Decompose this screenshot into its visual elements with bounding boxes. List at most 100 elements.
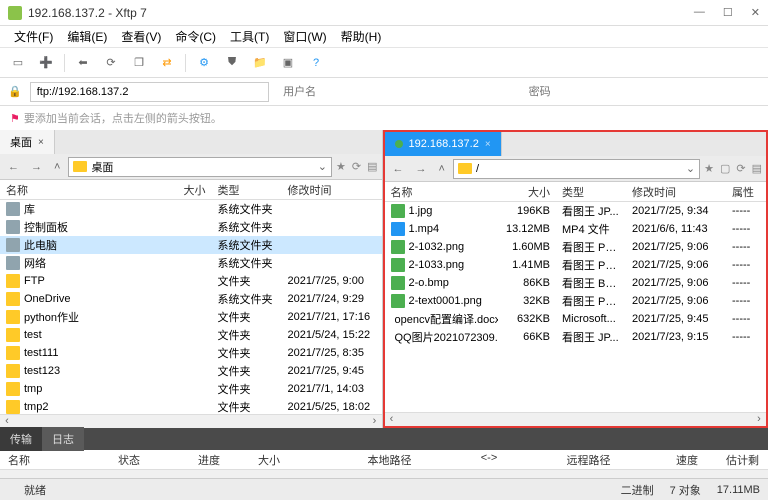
file-row[interactable]: 控制面板系统文件夹 xyxy=(0,218,382,236)
transfer-tabs: 传输 日志 xyxy=(0,428,768,450)
flag-icon: ⚑ xyxy=(10,112,20,125)
file-row[interactable]: 2-1033.png1.41MB看图王 PN...2021/7/25, 9:06… xyxy=(385,256,767,274)
connect-icon[interactable]: ➕ xyxy=(36,53,56,73)
status-bar: 就绪 二进制 7 对象 17.11MB xyxy=(0,478,768,500)
list-icon[interactable]: ▤ xyxy=(752,162,762,175)
close-icon[interactable]: × xyxy=(38,137,44,148)
file-icon xyxy=(6,256,20,270)
file-row[interactable]: OneDrive系统文件夹2021/7/24, 9:29 xyxy=(0,290,382,308)
file-row[interactable]: 此电脑系统文件夹 xyxy=(0,236,382,254)
file-icon xyxy=(391,258,405,272)
file-row[interactable]: 2-1032.png1.60MB看图王 PN...2021/7/25, 9:06… xyxy=(385,238,767,256)
close-button[interactable]: ✕ xyxy=(751,6,760,19)
menubar: 文件(F) 编辑(E) 查看(V) 命令(C) 工具(T) 窗口(W) 帮助(H… xyxy=(0,26,768,48)
status-objects: 7 对象 xyxy=(670,482,701,498)
file-icon xyxy=(391,222,405,236)
help-icon[interactable]: ? xyxy=(306,53,326,73)
file-row[interactable]: 1.mp413.12MBMP4 文件2021/6/6, 11:43----- xyxy=(385,220,767,238)
status-size: 17.11MB xyxy=(717,484,760,496)
file-row[interactable]: test111文件夹2021/7/25, 8:35 xyxy=(0,344,382,362)
local-header: 名称 大小 类型 修改时间 xyxy=(0,180,382,200)
password-input[interactable] xyxy=(523,82,760,102)
file-icon xyxy=(391,240,405,254)
toolbar: ▭ ➕ ⬅ ⟳ ❐ ⇄ ⚙ ⛊ 📁 ▣ ? xyxy=(0,48,768,78)
refresh-icon[interactable]: ⟳ xyxy=(101,53,121,73)
file-row[interactable]: 网络系统文件夹 xyxy=(0,254,382,272)
nav-fwd-icon[interactable]: → xyxy=(412,161,431,177)
new-session-icon[interactable]: ▭ xyxy=(8,53,28,73)
remote-header: 名称 大小 类型 修改时间 属性 xyxy=(385,182,767,202)
remote-file-list[interactable]: 1.jpg196KB看图王 JP...2021/7/25, 9:34-----1… xyxy=(385,202,767,412)
lock-icon: 🔒 xyxy=(8,85,22,98)
folder-icon xyxy=(73,161,87,172)
local-tab[interactable]: 桌面× xyxy=(0,130,55,154)
folder-icon[interactable]: 📁 xyxy=(250,53,270,73)
file-icon xyxy=(391,276,405,290)
menu-edit[interactable]: 编辑(E) xyxy=(61,26,113,47)
file-row[interactable]: 1.jpg196KB看图王 JP...2021/7/25, 9:34----- xyxy=(385,202,767,220)
settings-icon[interactable]: ⚙ xyxy=(194,53,214,73)
star-icon[interactable]: ★ xyxy=(704,162,714,175)
file-row[interactable]: 2-o.bmp86KB看图王 BM...2021/7/25, 9:06----- xyxy=(385,274,767,292)
nav-fwd-icon[interactable]: → xyxy=(27,159,46,175)
file-row[interactable]: FTP文件夹2021/7/25, 9:00 xyxy=(0,272,382,290)
window-title: 192.168.137.2 - Xftp 7 xyxy=(28,6,694,20)
file-icon xyxy=(6,346,20,360)
menu-window[interactable]: 窗口(W) xyxy=(277,26,332,47)
file-icon xyxy=(6,274,20,288)
transfer-tab[interactable]: 传输 xyxy=(0,427,42,451)
file-icon xyxy=(6,220,20,234)
back-icon[interactable]: ⬅ xyxy=(73,53,93,73)
hint-bar: ⚑ 要添加当前会话，点击左侧的箭头按钮。 xyxy=(0,106,768,130)
hint-text: 要添加当前会话，点击左侧的箭头按钮。 xyxy=(24,110,222,126)
file-row[interactable]: tmp文件夹2021/7/1, 14:03 xyxy=(0,380,382,398)
minimize-button[interactable]: — xyxy=(694,6,705,19)
file-row[interactable]: 2-text0001.png32KB看图王 PN...2021/7/25, 9:… xyxy=(385,292,767,310)
remote-path-input[interactable]: /⌄ xyxy=(453,159,700,179)
sync-icon[interactable]: ❐ xyxy=(129,53,149,73)
local-path-input[interactable]: 桌面⌄ xyxy=(68,157,332,177)
maximize-button[interactable]: ☐ xyxy=(723,6,733,19)
file-row[interactable]: tmp2文件夹2021/5/25, 18:02 xyxy=(0,398,382,414)
nav-back-icon[interactable]: ← xyxy=(389,161,408,177)
app-icon xyxy=(8,6,22,20)
nav-up-icon[interactable]: ˄ xyxy=(50,159,64,175)
file-row[interactable]: QQ图片2021072309...66KB看图王 JP...2021/7/23,… xyxy=(385,328,767,346)
address-input[interactable] xyxy=(30,82,269,102)
file-icon xyxy=(391,204,405,218)
file-row[interactable]: test文件夹2021/5/24, 15:22 xyxy=(0,326,382,344)
refresh-icon[interactable]: ⟳ xyxy=(352,160,361,173)
close-icon[interactable]: × xyxy=(485,139,491,150)
local-file-list[interactable]: 库系统文件夹控制面板系统文件夹此电脑系统文件夹网络系统文件夹FTP文件夹2021… xyxy=(0,200,382,414)
nav-back-icon[interactable]: ← xyxy=(4,159,23,175)
transfer-icon[interactable]: ⇄ xyxy=(157,53,177,73)
newfolder-icon[interactable]: ▢ xyxy=(720,162,730,175)
file-row[interactable]: test123文件夹2021/7/25, 9:45 xyxy=(0,362,382,380)
bookmark-icon[interactable]: ⛊ xyxy=(222,53,242,73)
file-row[interactable]: python作业文件夹2021/7/21, 17:16 xyxy=(0,308,382,326)
menu-commands[interactable]: 命令(C) xyxy=(169,26,222,47)
status-encoding: 二进制 xyxy=(621,482,654,498)
username-input[interactable] xyxy=(277,82,514,102)
menu-file[interactable]: 文件(F) xyxy=(8,26,59,47)
menu-tools[interactable]: 工具(T) xyxy=(224,26,275,47)
log-tab[interactable]: 日志 xyxy=(42,427,84,451)
status-dot-icon xyxy=(395,140,403,148)
file-icon xyxy=(6,382,20,396)
nav-up-icon[interactable]: ˄ xyxy=(435,161,449,177)
menu-help[interactable]: 帮助(H) xyxy=(335,26,388,47)
terminal-icon[interactable]: ▣ xyxy=(278,53,298,73)
status-ready: 就绪 xyxy=(24,482,46,498)
menu-view[interactable]: 查看(V) xyxy=(115,26,167,47)
refresh-icon[interactable]: ⟳ xyxy=(736,162,745,175)
file-icon xyxy=(6,400,20,414)
file-icon xyxy=(391,294,405,308)
star-icon[interactable]: ★ xyxy=(336,160,346,173)
folder-icon xyxy=(458,163,472,174)
file-row[interactable]: 库系统文件夹 xyxy=(0,200,382,218)
file-row[interactable]: opencv配置编译.docx632KBMicrosoft...2021/7/2… xyxy=(385,310,767,328)
transfer-header: 名称 状态 进度 大小 本地路径 <-> 远程路径 速度 估计剩 xyxy=(0,450,768,470)
remote-tab[interactable]: 192.168.137.2× xyxy=(385,132,502,156)
list-icon[interactable]: ▤ xyxy=(367,160,377,173)
local-pane: 桌面× ← → ˄ 桌面⌄ ★ ⟳ ▤ 名称 大小 类型 修改时间 库系统文件夹… xyxy=(0,130,383,428)
